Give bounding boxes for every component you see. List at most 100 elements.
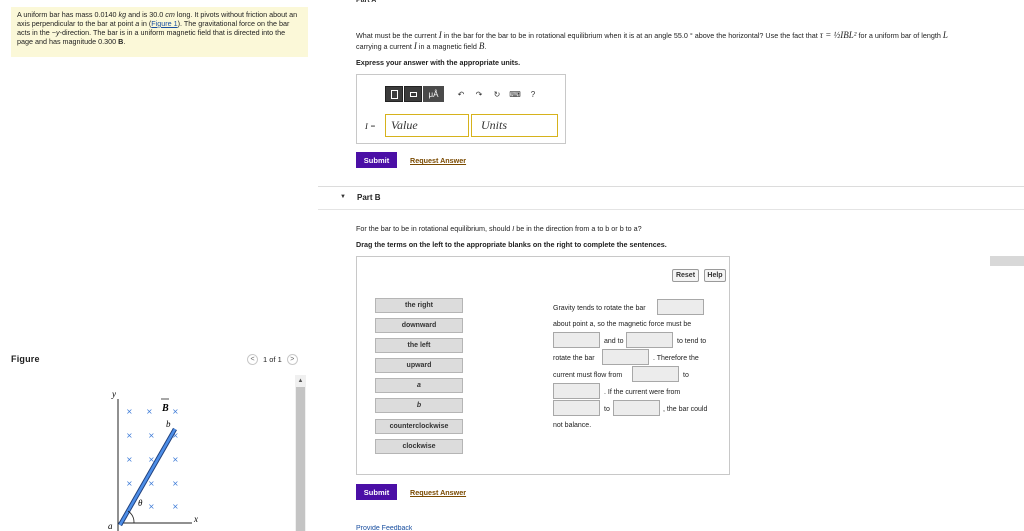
part-b-question: For the bar to be in rotational equilibr… — [356, 224, 642, 233]
term-the-left[interactable]: the left — [375, 338, 463, 353]
part-b-request-answer-link[interactable]: Request Answer — [410, 488, 466, 497]
blank-1[interactable] — [657, 299, 704, 315]
question-text: in a magnetic field — [416, 42, 479, 51]
sentence-text: rotate the bar — [553, 355, 595, 362]
direction-ref: −y — [51, 27, 60, 37]
part-b-header[interactable]: ▼ Part B — [318, 186, 1024, 210]
point-b-label: b — [166, 419, 171, 429]
field-crosses: × × × × × × × × × × × × × × — [126, 407, 179, 511]
cross-mark: × — [172, 502, 179, 511]
current-label: I = — [365, 121, 376, 131]
figure-scrollbar[interactable]: ▲ — [295, 375, 306, 531]
sentence-text: to — [683, 372, 689, 379]
y-axis-label: y — [111, 389, 116, 399]
field-label-B: B — [161, 403, 169, 414]
part-a-instruction: Express your answer with the appropriate… — [356, 58, 521, 67]
provide-feedback-link[interactable]: Provide Feedback — [356, 525, 412, 531]
scroll-up-arrow-icon[interactable]: ▲ — [295, 377, 306, 385]
keyboard-icon[interactable]: ⌨ — [506, 86, 524, 102]
question-text: What must be the current — [356, 31, 439, 40]
cross-mark: × — [172, 479, 179, 488]
cross-mark: × — [148, 431, 155, 440]
sentence-text: and to — [604, 338, 624, 345]
question-text: For the bar to be in rotational equilibr… — [356, 224, 513, 233]
redo-icon[interactable]: ↷ — [470, 86, 488, 102]
answer-panel: μÅ ↶ ↷ ↻ ⌨ ? I = Value Units — [356, 74, 566, 144]
figure-link[interactable]: Figure 1 — [151, 19, 177, 28]
sentence-text: to — [604, 406, 610, 413]
angle-label: θ — [138, 498, 143, 508]
part-a-tab[interactable]: Part A — [356, 0, 376, 5]
sentence-text: not balance. — [553, 422, 592, 429]
cross-mark: × — [126, 479, 133, 488]
value-input[interactable]: Value — [385, 114, 469, 137]
part-b-instruction: Drag the terms on the left to the approp… — [356, 240, 667, 249]
part-a-question: What must be the current I in the bar fo… — [356, 30, 1016, 52]
cross-mark: × — [172, 455, 179, 464]
undo-icon[interactable]: ↶ — [452, 86, 470, 102]
cross-mark: × — [148, 502, 155, 511]
cross-mark: × — [172, 407, 179, 416]
next-figure-button[interactable]: > — [286, 354, 298, 365]
sentence-text: current must flow from — [553, 372, 623, 379]
units-input[interactable]: Units — [471, 114, 558, 137]
collapse-caret-icon[interactable]: ▼ — [340, 194, 346, 200]
figure-title: Figure — [11, 354, 40, 364]
scroll-thumb[interactable] — [296, 387, 305, 531]
reset-button[interactable]: Reset — [672, 269, 699, 282]
cross-mark: × — [126, 431, 133, 440]
sentence-text: about point a, so the magnetic force mus… — [553, 321, 692, 328]
reset-icon[interactable]: ↻ — [488, 86, 506, 102]
blank-7[interactable] — [553, 400, 600, 416]
cross-mark: × — [126, 407, 133, 416]
point-a-label: a — [108, 521, 113, 531]
math-toolbar: μÅ ↶ ↷ ↻ ⌨ ? — [385, 86, 542, 102]
sentence-text: , the bar could — [663, 406, 708, 413]
x-axis-label: x — [193, 514, 198, 524]
problem-text: . — [123, 36, 126, 46]
term-the-right[interactable]: the right — [375, 298, 463, 313]
cross-mark: × — [148, 479, 155, 488]
term-upward[interactable]: upward — [375, 358, 463, 373]
torque-formula: τ = ½IBL² — [819, 30, 857, 40]
help-button[interactable]: Help — [704, 269, 726, 282]
templates-icon[interactable] — [385, 86, 403, 102]
prev-figure-button[interactable]: < — [247, 354, 258, 365]
unit-cm: cm — [165, 10, 175, 19]
question-text: carrying a current — [356, 42, 414, 51]
term-counterclockwise[interactable]: counterclockwise — [375, 419, 463, 434]
problem-text: A uniform bar has mass 0.0140 — [17, 10, 119, 19]
problem-text: and is 30.0 — [126, 10, 166, 19]
sentence-text: Gravity tends to rotate the bar — [553, 305, 646, 312]
blank-4[interactable] — [602, 349, 649, 365]
part-b-submit-button[interactable]: Submit — [356, 484, 397, 500]
term-clockwise[interactable]: clockwise — [375, 439, 463, 454]
blank-2[interactable] — [553, 332, 600, 348]
bar-figure: y x × × × × × × × × × × × × × × B b a θ — [108, 389, 198, 531]
sentence-text: to tend to — [677, 338, 707, 345]
unit-kg: kg — [118, 10, 127, 19]
term-downward[interactable]: downward — [375, 318, 463, 333]
drag-drop-panel: Reset Help the right downward the left u… — [356, 256, 730, 475]
help-icon[interactable]: ? — [524, 86, 542, 102]
fraction-template-icon[interactable] — [404, 86, 422, 102]
blank-3[interactable] — [626, 332, 673, 348]
term-b[interactable]: b — [375, 398, 463, 413]
sentence-text: . If the current were from — [604, 389, 681, 396]
term-a[interactable]: a — [375, 378, 463, 393]
blank-5[interactable] — [632, 366, 679, 382]
question-text: . — [484, 42, 487, 51]
var-l: L — [942, 30, 948, 40]
blank-8[interactable] — [613, 400, 660, 416]
problem-text: in ( — [139, 18, 152, 28]
problem-statement: A uniform bar has mass 0.0140 kg and is … — [11, 7, 308, 57]
part-a-submit-button[interactable]: Submit — [356, 152, 397, 168]
question-text: in the bar for the bar to be in rotation… — [441, 31, 820, 40]
sentence-text: . Therefore the — [653, 355, 699, 362]
units-symbol-button[interactable]: μÅ — [423, 86, 444, 102]
blank-6[interactable] — [553, 383, 600, 399]
part-a-request-answer-link[interactable]: Request Answer — [410, 156, 466, 165]
question-text: for a uniform bar of length — [856, 31, 943, 40]
figure-pager: < 1 of 1 > — [247, 354, 298, 365]
side-panel-edge — [990, 256, 1024, 266]
